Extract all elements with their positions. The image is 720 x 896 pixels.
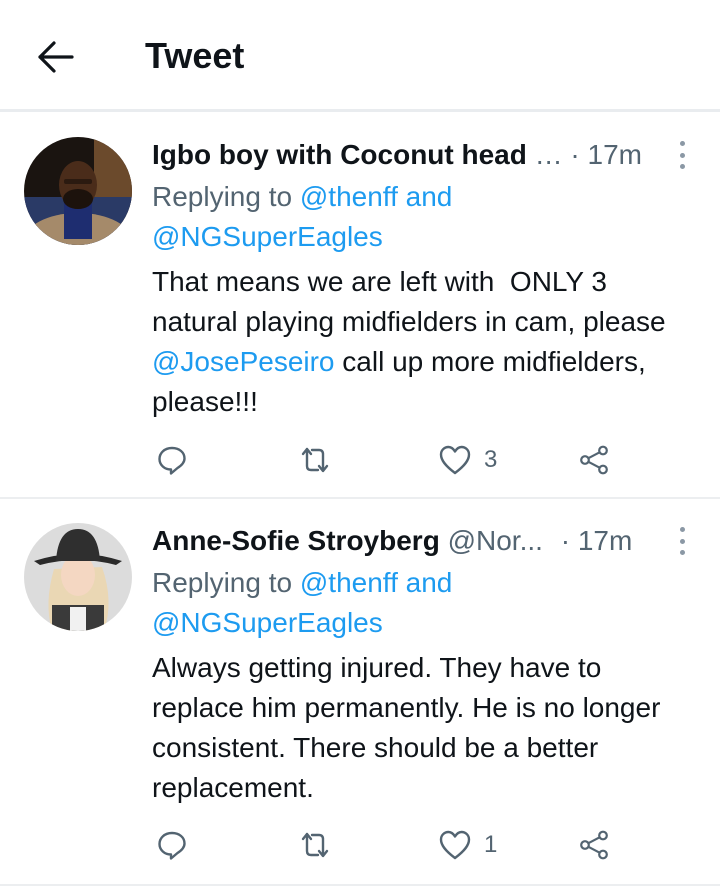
share-button[interactable] [578, 825, 610, 865]
retweet-button[interactable] [298, 825, 344, 865]
tweet-text: That means we are left with ONLY 3 natur… [152, 266, 674, 417]
separator-dot: · [560, 525, 571, 556]
tweet-1[interactable]: Igbo boy with Coconut head … · 17m Reply… [0, 137, 720, 499]
tweet-2[interactable]: Anne-Sofie Stroyberg @Nor... · 17m Reply… [0, 523, 720, 885]
arrow-left-icon [38, 41, 74, 73]
reply-button[interactable] [156, 825, 200, 865]
tweet-header: Igbo boy with Coconut head … · 17m [152, 137, 642, 173]
separator-dot: · [570, 139, 580, 170]
avatar[interactable] [24, 137, 132, 245]
reply-icon [158, 831, 186, 860]
like-count: 1 [484, 831, 498, 858]
mention-link[interactable]: @thenff [300, 181, 398, 212]
header-divider [0, 109, 720, 112]
retweet-icon [301, 447, 329, 473]
like-button[interactable]: 3 [438, 440, 497, 480]
back-button[interactable] [30, 34, 80, 80]
mention-link[interactable]: @NGSuperEagles [152, 607, 383, 638]
retweet-button[interactable] [298, 440, 344, 480]
reply-icon [158, 446, 186, 475]
share-button[interactable] [578, 440, 610, 480]
replying-to: Replying to @thenff and @NGSuperEagles [152, 181, 453, 252]
mention-link[interactable]: @thenff [300, 567, 398, 598]
tweet-divider [0, 497, 720, 499]
more-options-button[interactable] [672, 141, 692, 169]
mention-link[interactable]: @NGSuperEagles [152, 221, 383, 252]
timestamp[interactable]: 17m [578, 525, 632, 556]
share-icon [580, 445, 608, 475]
timestamp[interactable]: 17m [588, 139, 642, 170]
heart-icon [439, 445, 471, 475]
like-count: 3 [484, 446, 498, 473]
heart-icon [439, 830, 471, 860]
author-name[interactable]: Igbo boy with Coconut head [152, 139, 527, 170]
author-name[interactable]: Anne-Sofie Stroyberg [152, 525, 440, 556]
share-icon [580, 830, 608, 860]
mention-link[interactable]: @JosePeseiro [152, 346, 335, 377]
tweet-text: Always getting injured. They have to rep… [152, 652, 669, 803]
retweet-icon [301, 832, 329, 858]
more-options-button[interactable] [672, 527, 692, 555]
like-button[interactable]: 1 [438, 825, 497, 865]
replying-to: Replying to @thenff and @NGSuperEagles [152, 567, 453, 638]
tweet-actions: 3 [152, 440, 632, 480]
page-title: Tweet [145, 35, 245, 76]
author-handle[interactable]: … [535, 139, 563, 170]
avatar[interactable] [24, 523, 132, 631]
top-bar: Tweet [0, 0, 720, 112]
tweet-divider [0, 884, 720, 886]
author-handle[interactable]: @Nor... [448, 525, 543, 556]
reply-button[interactable] [156, 440, 200, 480]
tweet-header: Anne-Sofie Stroyberg @Nor... · 17m [152, 523, 632, 559]
tweet-actions: 1 [152, 825, 632, 865]
